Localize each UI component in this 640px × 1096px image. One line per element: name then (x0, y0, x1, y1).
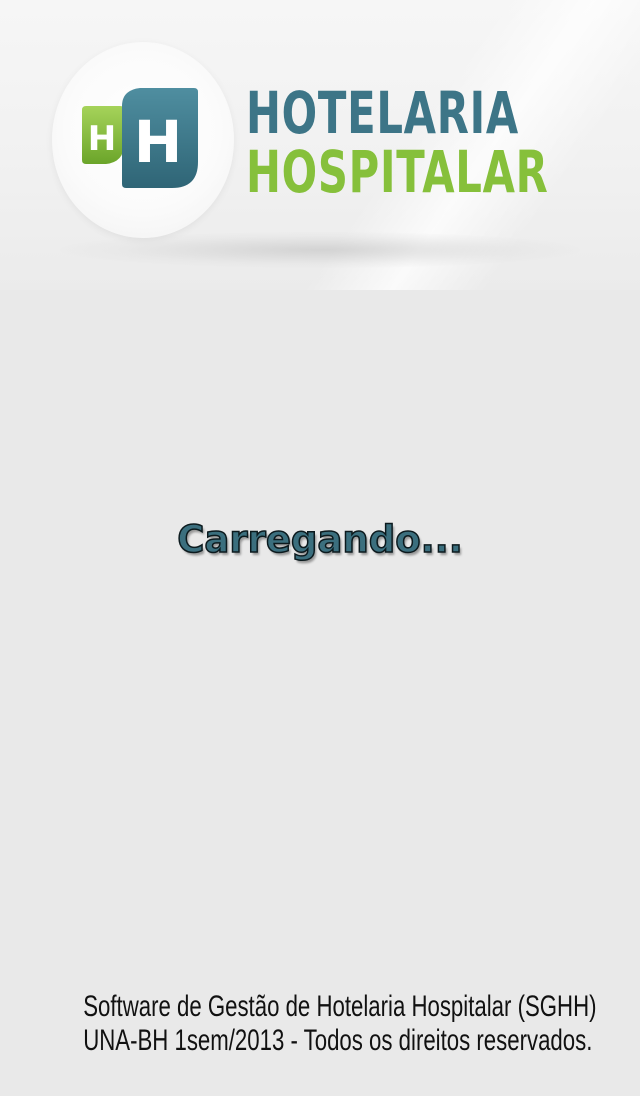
footer-software-name: Software de Gestão de Hotelaria Hospital… (83, 990, 597, 1023)
loading-message: Carregando... (176, 517, 463, 562)
footer: Software de Gestão de Hotelaria Hospital… (0, 990, 640, 1058)
footer-copyright: UNA-BH 1sem/2013 - Todos os direitos res… (83, 1024, 593, 1057)
logo-letter-h-large: H (134, 108, 183, 176)
logo-title-line1: HOTELARIA (246, 79, 519, 147)
logo-title-line2: HOSPITALAR (246, 138, 549, 206)
hh-logo-icon: H H (82, 88, 198, 188)
logo-letter-h-small: H (88, 119, 116, 159)
app-header: H H HOTELARIA HOSPITALAR (0, 0, 640, 290)
